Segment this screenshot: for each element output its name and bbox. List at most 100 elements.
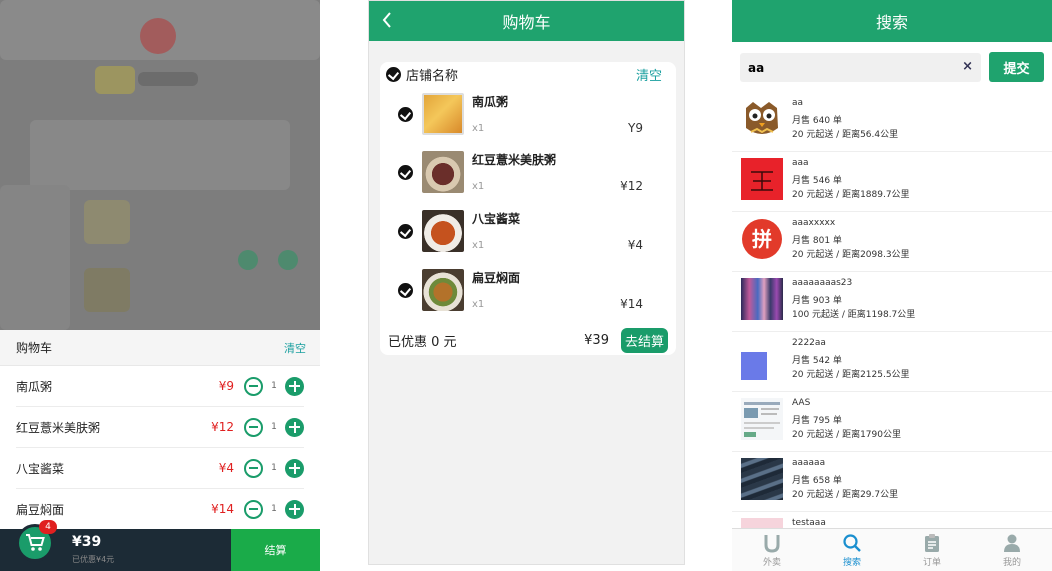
- shop-name: aaaxxxxx: [792, 218, 836, 228]
- search-input[interactable]: [740, 53, 955, 82]
- pumpkin-porridge-thumbnail: [422, 93, 464, 135]
- cart-item-price: ¥4: [218, 461, 234, 475]
- back-arrow-icon[interactable]: [381, 11, 393, 29]
- cart-count-badge: 4: [39, 520, 57, 534]
- item-name: 八宝酱菜: [472, 212, 521, 226]
- minus-icon[interactable]: [244, 376, 263, 396]
- anime-image-thumbnail: [741, 278, 783, 320]
- tab-label: 外卖: [762, 557, 781, 568]
- list-item[interactable]: 2222aa 月售 542 单 20 元起送 / 距离2125.5公里: [732, 332, 1052, 392]
- pickles-thumbnail: [422, 210, 464, 252]
- tab-profile[interactable]: 我的: [972, 529, 1052, 571]
- shop-page-with-cart-popup: 购物车 清空 南瓜粥 ¥9 1 红豆薏米美肤粥 ¥12 1 八宝酱菜 ¥4 1 …: [0, 0, 320, 571]
- minus-icon[interactable]: [244, 417, 263, 437]
- braised-noodles-thumbnail: [422, 269, 464, 311]
- red-logo-thumbnail: [741, 158, 783, 200]
- item-price: ¥12: [620, 179, 643, 193]
- min-order-distance: 20 元起送 / 距离2125.5公里: [792, 370, 910, 380]
- list-item[interactable]: aa 月售 640 单 20 元起送 / 距离56.4公里: [732, 92, 1052, 152]
- blue-block-thumbnail: [741, 338, 783, 380]
- owl-logo-thumbnail: [741, 98, 783, 140]
- clear-icon[interactable]: ×: [962, 59, 973, 74]
- list-item[interactable]: aaa 月售 546 单 20 元起送 / 距离1889.7公里: [732, 152, 1052, 212]
- tab-label: 我的: [1002, 557, 1021, 568]
- cart-item-qty: 1: [271, 381, 277, 391]
- settle-button[interactable]: 结算: [231, 529, 320, 571]
- tab-orders[interactable]: 订单: [892, 529, 972, 571]
- shopping-cart-icon: [26, 534, 45, 551]
- cart-item-price: ¥12: [211, 420, 234, 434]
- shop-name: aaaaaaaas23: [792, 278, 853, 288]
- monthly-sales: 月售 658 单: [792, 476, 842, 486]
- list-item[interactable]: AAS 月售 795 单 20 元起送 / 距离1790公里: [732, 392, 1052, 452]
- shop-name: aaa: [792, 158, 809, 168]
- tab-search[interactable]: 搜索: [812, 529, 892, 571]
- cart-item: 红豆薏米美肤粥 x1 ¥12: [380, 151, 676, 209]
- plus-icon[interactable]: [285, 417, 304, 437]
- checkout-button[interactable]: 去结算: [620, 327, 668, 353]
- shop-name: aa: [792, 98, 804, 108]
- cart-item-qty: 1: [271, 463, 277, 473]
- search-icon: [843, 533, 861, 552]
- header-bar: 搜索: [732, 0, 1052, 42]
- cart-item-qty: 1: [271, 422, 277, 432]
- cart-row: 红豆薏米美肤粥 ¥12 1: [16, 407, 304, 448]
- cart-row: 南瓜粥 ¥9 1: [16, 366, 304, 407]
- cart-item-name: 南瓜粥: [16, 379, 53, 394]
- discount-note: 已优惠¥4元: [72, 555, 115, 564]
- cart-item-name: 扁豆焖面: [16, 502, 65, 517]
- u-logo-icon: [764, 534, 780, 553]
- tab-label: 订单: [922, 557, 941, 568]
- cart-item-qty: 1: [271, 504, 277, 514]
- user-icon: [1004, 534, 1020, 552]
- minus-icon[interactable]: [244, 458, 263, 478]
- plus-icon[interactable]: [285, 499, 304, 519]
- monthly-sales: 月售 795 单: [792, 416, 842, 426]
- clipboard-icon: [925, 533, 939, 552]
- clear-cart-button[interactable]: 清空: [284, 340, 306, 356]
- cart-popup: 购物车 清空 南瓜粥 ¥9 1 红豆薏米美肤粥 ¥12 1 八宝酱菜 ¥4 1 …: [0, 330, 320, 530]
- cart-total: ¥39: [72, 534, 102, 550]
- shop-name: aaaaaa: [792, 458, 826, 468]
- checkbox-checked-icon[interactable]: [398, 224, 413, 239]
- pin-logo-thumbnail: 拼: [741, 218, 783, 260]
- search-box: ×: [740, 53, 981, 82]
- submit-button[interactable]: 提交: [989, 52, 1044, 82]
- item-qty: x1: [472, 181, 485, 192]
- cart-total: ¥39: [584, 332, 609, 348]
- checkbox-checked-icon[interactable]: [386, 67, 401, 82]
- item-price: ¥4: [627, 238, 643, 252]
- blurred-background-overlay: [0, 0, 320, 330]
- min-order-distance: 20 元起送 / 距离1790公里: [792, 430, 901, 440]
- shop-row: 店铺名称 清空: [380, 62, 676, 87]
- minus-icon[interactable]: [244, 499, 263, 519]
- cart-item-price: ¥9: [218, 379, 234, 393]
- tab-label: 搜索: [842, 557, 861, 568]
- min-order-distance: 100 元起送 / 距离1198.7公里: [792, 310, 916, 320]
- cart-item-price: ¥14: [211, 502, 234, 516]
- item-name: 红豆薏米美肤粥: [472, 153, 557, 167]
- clear-button[interactable]: 清空: [636, 65, 662, 84]
- list-item[interactable]: aaaaaaaas23 月售 903 单 100 元起送 / 距离1198.7公…: [732, 272, 1052, 332]
- item-qty: x1: [472, 240, 485, 251]
- cart-item-name: 红豆薏米美肤粥: [16, 420, 101, 435]
- shop-name: 2222aa: [792, 338, 826, 348]
- tab-takeout[interactable]: 外卖: [732, 529, 812, 571]
- plus-icon[interactable]: [285, 458, 304, 478]
- cart-item: 扁豆焖面 x1 ¥14: [380, 269, 676, 327]
- list-item[interactable]: aaaaaa 月售 658 单 20 元起送 / 距离29.7公里: [732, 452, 1052, 512]
- min-order-distance: 20 元起送 / 距离29.7公里: [792, 490, 899, 500]
- checkbox-checked-icon[interactable]: [398, 165, 413, 180]
- monthly-sales: 月售 640 单: [792, 116, 842, 126]
- cart-item: 八宝酱菜 x1 ¥4: [380, 210, 676, 268]
- cart-footer: 已优惠 0 元 ¥39 去结算: [380, 325, 676, 355]
- plus-icon[interactable]: [285, 376, 304, 396]
- item-price: ¥14: [620, 297, 643, 311]
- discount-text: 已优惠 0 元: [388, 334, 457, 350]
- search-page: 搜索 × 提交 aa 月售 640 单 20 元起送 / 距离56.4公里: [732, 0, 1052, 571]
- monthly-sales: 月售 546 单: [792, 176, 842, 186]
- cart-item-name: 八宝酱菜: [16, 461, 65, 476]
- checkbox-checked-icon[interactable]: [398, 107, 413, 122]
- checkbox-checked-icon[interactable]: [398, 283, 413, 298]
- list-item[interactable]: 拼 aaaxxxxx 月售 801 单 20 元起送 / 距离2098.3公里: [732, 212, 1052, 272]
